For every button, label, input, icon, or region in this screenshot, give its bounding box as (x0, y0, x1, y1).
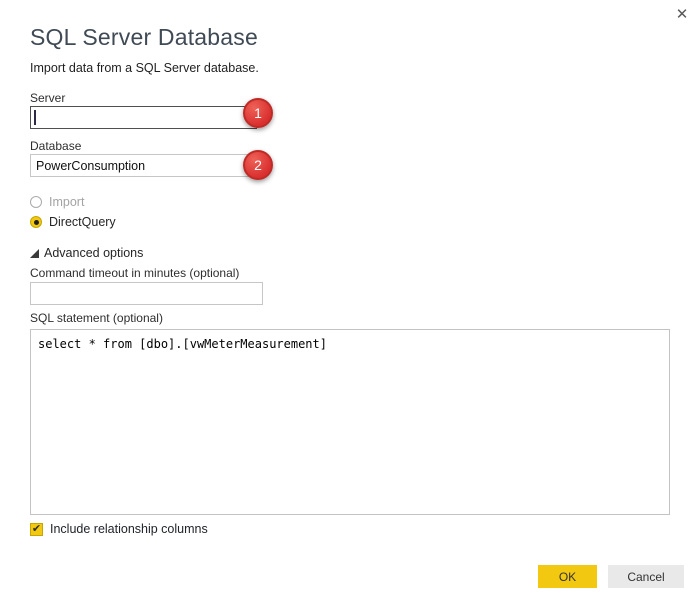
sql-statement-textarea[interactable]: select * from [dbo].[vwMeterMeasurement] (30, 329, 670, 515)
include-relationship-label: Include relationship columns (50, 522, 208, 536)
callout-badge-2: 2 (243, 150, 273, 180)
collapse-triangle-icon (30, 249, 39, 258)
connectivity-radio-group: Import DirectQuery (30, 193, 116, 233)
radio-icon (30, 196, 42, 208)
checkmark-icon: ✔ (32, 524, 41, 535)
advanced-options-label: Advanced options (44, 246, 143, 260)
radio-icon (30, 216, 42, 228)
radio-option-import: Import (30, 193, 116, 211)
ok-button[interactable]: OK (538, 565, 597, 588)
page-title: SQL Server Database (30, 24, 258, 51)
close-icon[interactable]: ✕ (671, 4, 693, 26)
cancel-button[interactable]: Cancel (608, 565, 684, 588)
database-label: Database (30, 139, 81, 153)
sql-server-database-dialog: ✕ SQL Server Database Import data from a… (0, 0, 699, 616)
server-input[interactable] (30, 106, 257, 129)
command-timeout-input[interactable] (30, 282, 263, 305)
command-timeout-label: Command timeout in minutes (optional) (30, 266, 239, 280)
include-relationship-checkbox[interactable]: ✔ Include relationship columns (30, 522, 208, 536)
dialog-subtitle: Import data from a SQL Server database. (30, 61, 259, 75)
server-label: Server (30, 91, 65, 105)
sql-statement-label: SQL statement (optional) (30, 311, 163, 325)
checkbox-icon: ✔ (30, 523, 43, 536)
text-cursor (34, 110, 36, 125)
radio-label: DirectQuery (49, 215, 116, 229)
callout-badge-1: 1 (243, 98, 273, 128)
database-input[interactable] (30, 154, 257, 177)
radio-label: Import (49, 195, 84, 209)
radio-option-directquery[interactable]: DirectQuery (30, 213, 116, 231)
advanced-options-toggle[interactable]: Advanced options (30, 246, 143, 260)
